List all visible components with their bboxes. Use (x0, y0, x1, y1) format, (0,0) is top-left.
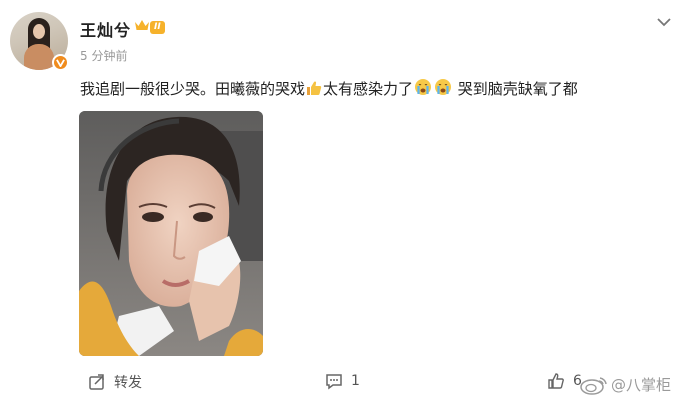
post-photo[interactable] (79, 111, 263, 356)
post-text-part1: 我追剧一般很少哭。田曦薇的哭戏 (80, 80, 306, 98)
comment-button[interactable]: 1 (325, 372, 360, 390)
repost-button[interactable]: 转发 (88, 372, 142, 392)
like-button[interactable]: 6 (547, 372, 582, 390)
level-badge: II (150, 21, 165, 34)
watermark-at: @ (611, 375, 626, 394)
avatar-face (33, 24, 45, 39)
post-text-part3: 哭到脑壳缺氧了都 (453, 80, 578, 98)
crying-face-icon (435, 79, 452, 95)
post-time[interactable]: 5 分钟前 (80, 47, 127, 64)
crying-face-icon (415, 79, 432, 95)
avatar-body (24, 44, 54, 70)
post-text: 我追剧一般很少哭。田曦薇的哭戏 太有感染力了 哭到脑壳缺氧了都 (80, 78, 578, 99)
verified-icon (52, 54, 69, 71)
photo-illustration (79, 111, 263, 356)
comment-icon (326, 374, 342, 390)
watermark: @ 八掌柜 (580, 374, 671, 395)
weibo-logo-icon (580, 376, 607, 395)
chevron-down-icon[interactable] (656, 16, 672, 28)
thumbs-up-icon (307, 81, 322, 95)
author-name[interactable]: 王灿兮 (80, 17, 131, 41)
crown-icon (135, 20, 149, 30)
watermark-text: 八掌柜 (626, 376, 672, 394)
comment-count: 1 (351, 373, 360, 389)
post-text-part2: 太有感染力了 (323, 80, 414, 98)
thumbs-up-icon (548, 373, 564, 389)
repost-label: 转发 (114, 375, 142, 391)
repost-icon (89, 374, 104, 390)
